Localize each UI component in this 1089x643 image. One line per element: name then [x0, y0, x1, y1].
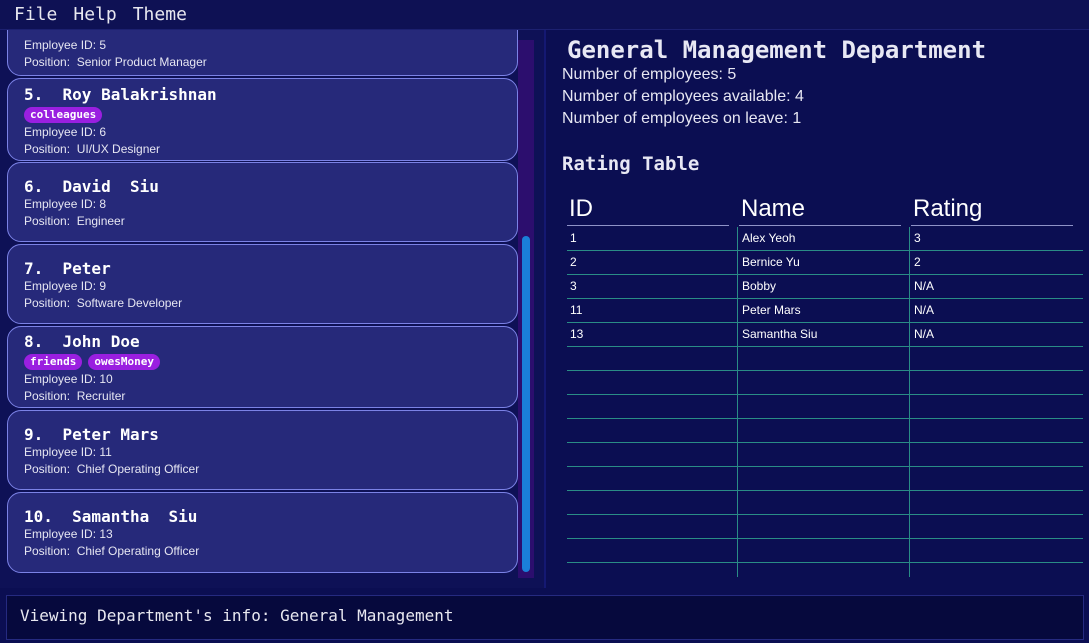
- employee-list[interactable]: Employee ID: 5 Position: Senior Product …: [7, 30, 518, 578]
- employee-position: Position: Senior Product Manager: [24, 55, 207, 69]
- menu-file[interactable]: File: [6, 4, 65, 25]
- employee-position: Position: UI/UX Designer: [24, 142, 161, 156]
- employee-position: Position: Chief Operating Officer: [24, 544, 200, 558]
- table-row: [567, 467, 1083, 491]
- employee-list-panel: Employee ID: 5 Position: Senior Product …: [0, 30, 544, 588]
- employee-card[interactable]: 9. Peter Mars Employee ID: 11 Position: …: [7, 410, 518, 490]
- department-title: General Management Department: [567, 36, 987, 64]
- result-display: Viewing Department's info: General Manag…: [6, 595, 1084, 640]
- menu-bar: File Help Theme: [0, 0, 1089, 30]
- table-row: [567, 395, 1083, 419]
- employee-id: Employee ID: 8: [24, 197, 107, 211]
- table-row[interactable]: 11 Peter Mars N/A: [567, 299, 1083, 323]
- table-row: [567, 419, 1083, 443]
- scrollbar-thumb[interactable]: [522, 236, 530, 572]
- employee-position: Position: Chief Operating Officer: [24, 462, 200, 476]
- table-row: [567, 347, 1083, 371]
- rating-table-heading: Rating Table: [562, 153, 700, 175]
- employee-name: 5. Roy Balakrishnan: [24, 85, 217, 104]
- cell-rating: 2: [914, 255, 921, 269]
- cell-rating: N/A: [914, 303, 935, 317]
- scrollbar-track[interactable]: [518, 40, 534, 578]
- cell-name: Alex Yeoh: [742, 231, 796, 245]
- table-row[interactable]: 13 Samantha Siu N/A: [567, 323, 1083, 347]
- employee-count: Number of employees: 5: [562, 66, 737, 83]
- cell-rating: 3: [914, 231, 921, 245]
- employee-id: Employee ID: 5: [24, 38, 107, 52]
- column-header-name[interactable]: Name: [739, 193, 901, 226]
- employee-name: 7. Peter: [24, 259, 111, 278]
- employee-card[interactable]: Employee ID: 5 Position: Senior Product …: [7, 30, 518, 76]
- column-header-id[interactable]: ID: [567, 193, 729, 226]
- employee-name: 6. David Siu: [24, 177, 159, 196]
- table-row: [567, 539, 1083, 563]
- table-header-row: ID Name Rating: [567, 193, 1083, 227]
- employee-id: Employee ID: 10: [24, 372, 113, 386]
- employee-card[interactable]: 10. Samantha Siu Employee ID: 13 Positio…: [7, 492, 518, 573]
- cell-id: 13: [570, 327, 584, 341]
- department-panel: General Management Department Number of …: [546, 30, 1089, 588]
- employee-position: Position: Recruiter: [24, 389, 126, 403]
- employee-card[interactable]: 8. John Doe friends owesMoney Employee I…: [7, 326, 518, 408]
- available-count: Number of employees available: 4: [562, 88, 804, 105]
- employee-card[interactable]: 5. Roy Balakrishnan colleagues Employee …: [7, 78, 518, 161]
- employee-id: Employee ID: 9: [24, 279, 107, 293]
- employee-card[interactable]: 6. David Siu Employee ID: 8 Position: En…: [7, 162, 518, 242]
- tag-badge: colleagues: [24, 107, 103, 123]
- cell-name: Samantha Siu: [742, 327, 818, 341]
- employee-position: Position: Software Developer: [24, 296, 183, 310]
- table-row[interactable]: 2 Bernice Yu 2: [567, 251, 1083, 275]
- table-row: [567, 443, 1083, 467]
- employee-name: 9. Peter Mars: [24, 425, 159, 444]
- table-row[interactable]: 1 Alex Yeoh 3: [567, 227, 1083, 251]
- cell-name: Bobby: [742, 279, 777, 293]
- cell-id: 3: [570, 279, 577, 293]
- cell-id: 11: [570, 303, 583, 317]
- employee-id: Employee ID: 11: [24, 445, 112, 459]
- on-leave-count: Number of employees on leave: 1: [562, 110, 802, 127]
- column-header-rating[interactable]: Rating: [911, 193, 1073, 226]
- employee-name: 10. Samantha Siu: [24, 507, 198, 526]
- rating-table: ID Name Rating 1 Alex Yeoh 3 2 Bernice Yu 2 3 B…: [567, 193, 1083, 577]
- employee-card[interactable]: 7. Peter Employee ID: 9 Position: Softwa…: [7, 244, 518, 324]
- tag-badge: friends: [24, 354, 83, 370]
- table-row: [567, 371, 1083, 395]
- cell-rating: N/A: [914, 279, 935, 293]
- table-row: [567, 515, 1083, 539]
- cell-id: 1: [570, 231, 577, 245]
- table-row: [567, 491, 1083, 515]
- menu-theme[interactable]: Theme: [125, 4, 195, 25]
- employee-id: Employee ID: 6: [24, 125, 107, 139]
- cell-name: Peter Mars: [742, 303, 801, 317]
- cell-id: 2: [570, 255, 577, 269]
- table-row[interactable]: 3 Bobby N/A: [567, 275, 1083, 299]
- employee-position: Position: Engineer: [24, 214, 125, 228]
- cell-rating: N/A: [914, 327, 935, 341]
- tag-badge: owesMoney: [88, 354, 160, 370]
- employee-id: Employee ID: 13: [24, 527, 113, 541]
- employee-name: 8. John Doe: [24, 332, 140, 351]
- cell-name: Bernice Yu: [742, 255, 800, 269]
- menu-help[interactable]: Help: [65, 4, 124, 25]
